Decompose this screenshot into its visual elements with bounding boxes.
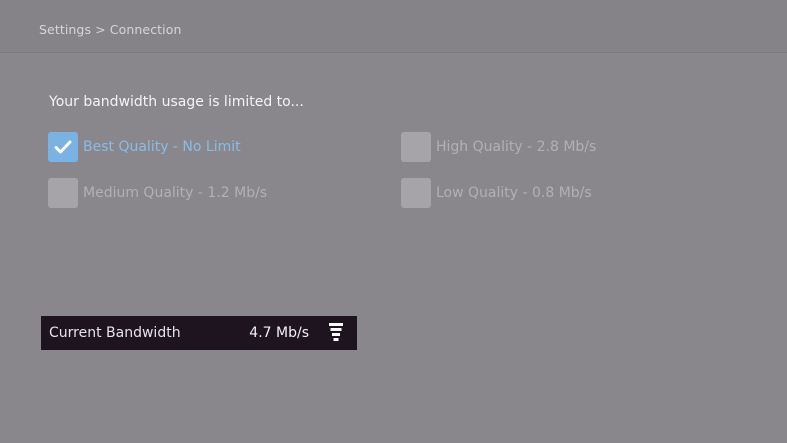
option-label: Best Quality - No Limit	[83, 138, 241, 155]
option-high-quality[interactable]: High Quality - 2.8 Mb/s	[401, 131, 596, 162]
option-label: Medium Quality - 1.2 Mb/s	[83, 184, 268, 201]
checkbox-high-quality[interactable]	[401, 131, 431, 162]
current-bandwidth-bar: Current Bandwidth 4.7 Mb/s	[41, 316, 357, 350]
checkbox-best-quality[interactable]	[48, 131, 78, 162]
option-low-quality[interactable]: Low Quality - 0.8 Mb/s	[401, 177, 592, 208]
signal-strength-icon	[329, 323, 343, 341]
option-best-quality[interactable]: Best Quality - No Limit	[48, 131, 241, 162]
option-medium-quality[interactable]: Medium Quality - 1.2 Mb/s	[48, 177, 267, 208]
checkmark-icon	[54, 140, 72, 153]
bandwidth-prompt: Your bandwidth usage is limited to...	[49, 94, 304, 110]
option-label: High Quality - 2.8 Mb/s	[436, 138, 597, 155]
option-label: Low Quality - 0.8 Mb/s	[436, 184, 592, 201]
breadcrumb: Settings > Connection	[39, 22, 182, 37]
bandwidth-label: Current Bandwidth	[49, 325, 181, 341]
bandwidth-value: 4.7 Mb/s	[249, 325, 309, 341]
checkbox-medium-quality[interactable]	[48, 177, 78, 208]
header-bar: Settings > Connection	[0, 0, 787, 53]
checkbox-low-quality[interactable]	[401, 177, 431, 208]
